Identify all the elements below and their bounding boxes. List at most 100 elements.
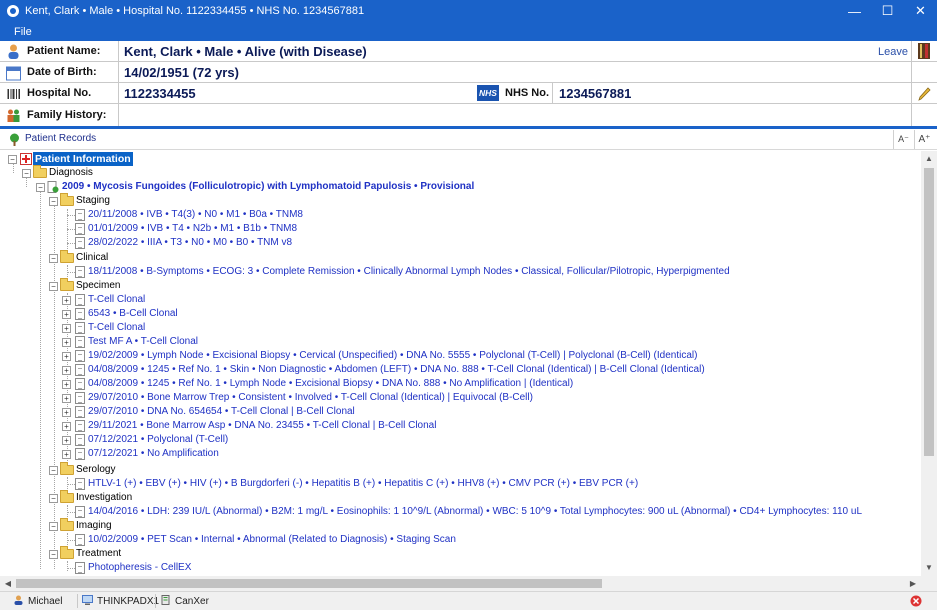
patient-records-tree[interactable]: − Patient Information − Diagnosis − 2009…	[0, 151, 921, 576]
expand-toggle[interactable]: +	[62, 422, 71, 431]
specimen-item[interactable]: 04/08/2009 • 1245 • Ref No. 1 • Skin • N…	[88, 363, 705, 377]
specimen-item[interactable]: 6543 • B-Cell Clonal	[88, 307, 178, 321]
vertical-scrollbar[interactable]: ▲ ▼	[921, 151, 937, 576]
horizontal-scrollbar[interactable]: ◀ ▶	[0, 576, 937, 591]
tree-leaf[interactable]: 28/02/2022 • IIIA • T3 • N0 • M0 • B0 • …	[0, 236, 920, 250]
increase-font-button[interactable]: A⁺	[914, 130, 934, 149]
tree-node-treatment[interactable]: − Treatment	[0, 546, 920, 561]
specimen-item[interactable]: T-Cell Clonal	[88, 293, 145, 307]
expand-toggle[interactable]: +	[62, 324, 71, 333]
specimen-item[interactable]: 29/07/2010 • Bone Marrow Trep • Consiste…	[88, 391, 533, 405]
scroll-down-icon[interactable]: ▼	[921, 563, 937, 572]
staging-item[interactable]: 28/02/2022 • IIIA • T3 • N0 • M0 • B0 • …	[88, 236, 292, 250]
staging-item[interactable]: 20/11/2008 • IVB • T4(3) • N0 • M1 • B0a…	[88, 208, 303, 222]
tree-leaf[interactable]: + 6543 • B-Cell Clonal	[0, 307, 920, 321]
tree-leaf[interactable]: + T-Cell Clonal	[0, 321, 920, 335]
tree-node-imaging[interactable]: − Imaging	[0, 518, 920, 533]
collapse-toggle[interactable]: −	[49, 197, 58, 206]
tree-leaf[interactable]: 20/11/2008 • IVB • T4(3) • N0 • M1 • B0a…	[0, 208, 920, 222]
scroll-left-icon[interactable]: ◀	[0, 579, 16, 588]
tree-node-specimen[interactable]: − Specimen	[0, 278, 920, 293]
tree-node-diagnosis[interactable]: − Diagnosis	[0, 165, 920, 180]
clinical-item[interactable]: 18/11/2008 • B-Symptoms • ECOG: 3 • Comp…	[88, 265, 730, 279]
menu-file[interactable]: File	[0, 26, 45, 38]
expand-toggle[interactable]: +	[62, 366, 71, 375]
specimen-item[interactable]: 29/07/2010 • DNA No. 654654 • T-Cell Clo…	[88, 405, 355, 419]
specimen-item[interactable]: 19/02/2009 • Lymph Node • Excisional Bio…	[88, 349, 697, 363]
tree-leaf[interactable]: 14/04/2016 • LDH: 239 IU/L (Abnormal) • …	[0, 505, 920, 519]
decrease-font-button[interactable]: A⁻	[893, 130, 913, 149]
tree-leaf[interactable]: 01/01/2009 • IVB • T4 • N2b • M1 • B1b •…	[0, 222, 920, 236]
specimen-item[interactable]: 04/08/2009 • 1245 • Ref No. 1 • Lymph No…	[88, 377, 573, 391]
tree-leaf[interactable]: + 07/12/2021 • Polyclonal (T-Cell)	[0, 433, 920, 447]
tree-leaf[interactable]: + 19/02/2009 • Lymph Node • Excisional B…	[0, 349, 920, 363]
specimen-item[interactable]: Test MF A • T-Cell Clonal	[88, 335, 198, 349]
close-button[interactable]: ✕	[904, 0, 937, 22]
vertical-scroll-thumb[interactable]	[924, 168, 934, 456]
book-icon[interactable]	[918, 43, 930, 59]
specimen-item[interactable]: 29/11/2021 • Bone Marrow Asp • DNA No. 2…	[88, 419, 436, 433]
leave-link[interactable]: Leave	[878, 46, 908, 58]
tree-node-diagnosis-entry[interactable]: − 2009 • Mycosis Fungoides (Folliculotro…	[0, 180, 920, 194]
tree-node-investigation[interactable]: − Investigation	[0, 490, 920, 505]
specimen-item[interactable]: T-Cell Clonal	[88, 321, 145, 335]
exit-icon[interactable]	[910, 595, 922, 607]
investigation-item[interactable]: 14/04/2016 • LDH: 239 IU/L (Abnormal) • …	[88, 505, 862, 519]
expand-toggle[interactable]: +	[62, 408, 71, 417]
collapse-toggle[interactable]: −	[49, 494, 58, 503]
scroll-right-icon[interactable]: ▶	[905, 579, 921, 588]
tree-node-staging[interactable]: − Staging	[0, 193, 920, 208]
diagnosis-entry-label[interactable]: 2009 • Mycosis Fungoides (Folliculotropi…	[62, 180, 474, 194]
expand-toggle[interactable]: +	[62, 394, 71, 403]
tree-leaf[interactable]: HTLV-1 (+) • EBV (+) • HIV (+) • B Burgd…	[0, 477, 920, 491]
horizontal-scroll-thumb[interactable]	[16, 579, 602, 588]
staging-folder-label[interactable]: Staging	[76, 194, 110, 208]
treatment-item[interactable]: Photopheresis - CellEX	[88, 561, 191, 575]
collapse-toggle[interactable]: −	[49, 466, 58, 475]
imaging-folder-label[interactable]: Imaging	[76, 519, 112, 533]
collapse-toggle[interactable]: −	[49, 550, 58, 559]
tree-leaf[interactable]: Photopheresis - CellEX	[0, 561, 920, 575]
collapse-toggle[interactable]: −	[49, 522, 58, 531]
expand-toggle[interactable]: +	[62, 310, 71, 319]
treatment-folder-label[interactable]: Treatment	[76, 547, 121, 561]
maximize-button[interactable]: ☐	[871, 0, 904, 22]
patient-records-label[interactable]: Patient Records	[25, 133, 96, 144]
serology-item[interactable]: HTLV-1 (+) • EBV (+) • HIV (+) • B Burgd…	[88, 477, 638, 491]
tree-leaf[interactable]: 10/02/2009 • PET Scan • Internal • Abnor…	[0, 533, 920, 547]
tree-node-clinical[interactable]: − Clinical	[0, 250, 920, 265]
specimen-item[interactable]: 07/12/2021 • Polyclonal (T-Cell)	[88, 433, 228, 447]
investigation-folder-label[interactable]: Investigation	[76, 491, 132, 505]
expand-toggle[interactable]: +	[62, 296, 71, 305]
collapse-toggle[interactable]: −	[49, 254, 58, 263]
tree-leaf[interactable]: 18/11/2008 • B-Symptoms • ECOG: 3 • Comp…	[0, 265, 920, 279]
tree-leaf[interactable]: + 04/08/2009 • 1245 • Ref No. 1 • Lymph …	[0, 377, 920, 391]
diagnosis-folder-label[interactable]: Diagnosis	[49, 166, 93, 180]
specimen-item[interactable]: 07/12/2021 • No Amplification	[88, 447, 219, 461]
clinical-folder-label[interactable]: Clinical	[76, 251, 108, 265]
tree-root-label[interactable]: Patient Information	[33, 152, 133, 166]
collapse-toggle[interactable]: −	[36, 183, 45, 192]
expand-toggle[interactable]: +	[62, 436, 71, 445]
pencil-icon[interactable]	[918, 85, 932, 101]
imaging-item[interactable]: 10/02/2009 • PET Scan • Internal • Abnor…	[88, 533, 456, 547]
tree-leaf[interactable]: + 29/07/2010 • Bone Marrow Trep • Consis…	[0, 391, 920, 405]
collapse-toggle[interactable]: −	[22, 169, 31, 178]
collapse-toggle[interactable]: −	[8, 155, 17, 164]
tree-leaf[interactable]: + 04/08/2009 • 1245 • Ref No. 1 • Skin •…	[0, 363, 920, 377]
serology-folder-label[interactable]: Serology	[76, 463, 115, 477]
tree-node-serology[interactable]: − Serology	[0, 462, 920, 477]
minimize-button[interactable]: —	[838, 0, 871, 22]
tree-leaf[interactable]: + T-Cell Clonal	[0, 293, 920, 307]
tree-leaf[interactable]: + 29/07/2010 • DNA No. 654654 • T-Cell C…	[0, 405, 920, 419]
staging-item[interactable]: 01/01/2009 • IVB • T4 • N2b • M1 • B1b •…	[88, 222, 297, 236]
expand-toggle[interactable]: +	[62, 450, 71, 459]
specimen-folder-label[interactable]: Specimen	[76, 279, 120, 293]
expand-toggle[interactable]: +	[62, 380, 71, 389]
collapse-toggle[interactable]: −	[49, 282, 58, 291]
scroll-up-icon[interactable]: ▲	[921, 154, 937, 163]
tree-node-root[interactable]: − Patient Information	[0, 152, 920, 166]
expand-toggle[interactable]: +	[62, 352, 71, 361]
expand-toggle[interactable]: +	[62, 338, 71, 347]
tree-leaf[interactable]: + Test MF A • T-Cell Clonal	[0, 335, 920, 349]
